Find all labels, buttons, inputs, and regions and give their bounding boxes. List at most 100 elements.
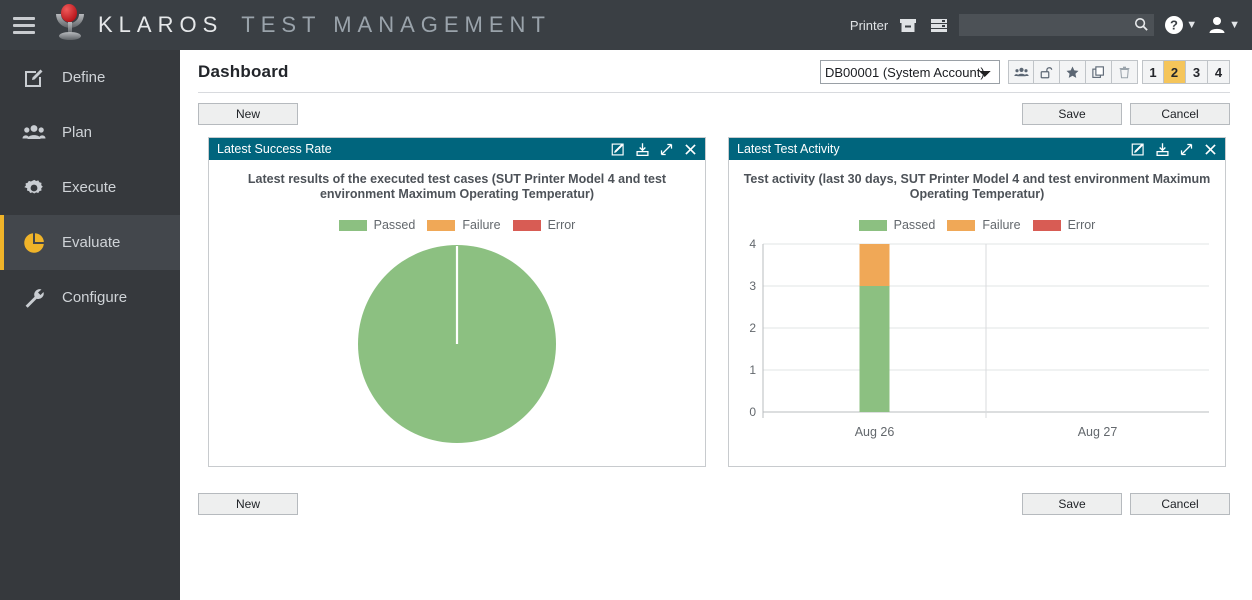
export-icon[interactable] <box>635 142 650 157</box>
cancel-button-bottom[interactable]: Cancel <box>1130 493 1230 515</box>
widget-header-actions <box>1131 142 1218 157</box>
copy-icon <box>1092 65 1104 78</box>
widget-latest-test-activity: Latest Test Activity Test activity (last… <box>728 137 1226 467</box>
help-menu[interactable]: ? ▼ <box>1163 14 1197 36</box>
wrench-icon <box>25 288 44 308</box>
legend-swatch-error <box>512 219 541 231</box>
search-box[interactable] <box>959 14 1155 36</box>
pager-page-3[interactable]: 3 <box>1186 60 1208 84</box>
unlock-icon <box>1040 66 1053 78</box>
help-icon[interactable]: ? <box>1163 14 1185 36</box>
unlock-icon-button[interactable] <box>1034 60 1060 84</box>
pager-page-2[interactable]: 2 <box>1164 60 1186 84</box>
pager-page-4[interactable]: 4 <box>1208 60 1230 84</box>
chart-legend: Passed Failure Error <box>739 218 1215 232</box>
page-header-controls: DB00001 (System Account) 1 2 3 4 <box>820 60 1230 84</box>
save-button-bottom[interactable]: Save <box>1022 493 1122 515</box>
sidebar-item-configure[interactable]: Configure <box>0 270 180 325</box>
widget-body: Latest results of the executed test case… <box>209 160 705 466</box>
x-axis-tick-label: Aug 27 <box>1078 425 1118 439</box>
legend-item-error: Error <box>512 218 576 232</box>
archive-icon[interactable] <box>897 14 919 36</box>
expand-icon[interactable] <box>659 142 674 157</box>
legend-item-failure: Failure <box>947 218 1021 232</box>
menu-bar-3 <box>13 30 35 34</box>
edit-icon[interactable] <box>1131 142 1146 157</box>
save-button-top[interactable]: Save <box>1022 103 1122 125</box>
bar-chart-svg: 0 1 2 3 4 Aug 26 Aug 27 <box>749 237 1209 439</box>
chevron-down-icon: ▼ <box>1186 19 1198 31</box>
search-icon[interactable] <box>1134 17 1149 32</box>
sidebar-item-label: Plan <box>62 124 93 141</box>
close-icon[interactable] <box>1203 142 1218 157</box>
database-icon[interactable] <box>928 14 950 36</box>
page-title: Dashboard <box>198 62 289 81</box>
pager: 1 2 3 4 <box>1142 60 1230 84</box>
trash-icon <box>1119 66 1130 78</box>
brand-secondary: TEST MANAGEMENT <box>241 12 551 37</box>
users-icon-button[interactable] <box>1008 60 1034 84</box>
widget-title: Latest Test Activity <box>737 142 840 156</box>
pie-chart-icon <box>24 232 44 253</box>
edit-square-icon <box>25 69 43 87</box>
legend-item-failure: Failure <box>427 218 501 232</box>
legend-item-error: Error <box>1032 218 1096 232</box>
new-button-top[interactable]: New <box>198 103 298 125</box>
gear-icon <box>24 179 43 194</box>
legend-swatch-failure <box>427 219 456 231</box>
people-icon <box>22 124 46 139</box>
pie-chart-svg <box>358 245 556 443</box>
legend-label: Error <box>547 218 576 232</box>
y-axis-tick-label: 4 <box>749 237 756 251</box>
widget-description: Latest results of the executed test case… <box>247 172 667 201</box>
trash-icon-button[interactable] <box>1112 60 1138 84</box>
klaros-logo-icon[interactable] <box>48 0 92 50</box>
sidebar: Define Plan Execute Evaluate Configure <box>0 50 180 600</box>
sidebar-item-label: Define <box>62 69 106 86</box>
bar-segment-passed <box>859 286 890 412</box>
brand: KLAROS TEST MANAGEMENT <box>98 12 551 38</box>
edit-icon[interactable] <box>611 142 626 157</box>
widget-header: Latest Test Activity <box>729 138 1225 160</box>
new-button-bottom[interactable]: New <box>198 493 298 515</box>
sidebar-item-define[interactable]: Define <box>0 50 180 105</box>
y-axis-tick-label: 1 <box>749 363 756 377</box>
user-icon[interactable] <box>1206 14 1228 36</box>
chevron-down-icon: ▼ <box>1229 19 1240 31</box>
copy-icon-button[interactable] <box>1086 60 1112 84</box>
widget-header: Latest Success Rate <box>209 138 705 160</box>
search-input[interactable] <box>959 18 1155 32</box>
top-button-bar: New Save Cancel <box>180 93 1252 125</box>
legend-swatch-passed <box>338 219 367 231</box>
close-icon[interactable] <box>683 142 698 157</box>
menu-icon[interactable] <box>0 0 48 50</box>
top-bar-right: Printer ? ▼ ▼ <box>850 14 1252 36</box>
y-axis-tick-label: 2 <box>749 321 756 335</box>
bottom-button-bar: New Save Cancel <box>180 467 1252 515</box>
legend-item-passed: Passed <box>338 218 416 232</box>
bar-segment-failure <box>859 244 890 286</box>
sidebar-item-plan[interactable]: Plan <box>0 105 180 160</box>
sidebar-item-evaluate[interactable]: Evaluate <box>0 215 180 270</box>
object-select[interactable]: DB00001 (System Account) <box>820 60 1000 84</box>
export-icon[interactable] <box>1155 142 1170 157</box>
expand-icon[interactable] <box>1179 142 1194 157</box>
widget-latest-success-rate: Latest Success Rate Latest results of th… <box>208 137 706 467</box>
object-action-toolbar <box>1008 60 1138 84</box>
printer-context-label: Printer <box>849 17 889 33</box>
star-icon-button[interactable] <box>1060 60 1086 84</box>
pager-page-1[interactable]: 1 <box>1142 60 1164 84</box>
y-axis-tick-label: 0 <box>749 405 756 419</box>
legend-label: Failure <box>982 218 1021 232</box>
cancel-button-top[interactable]: Cancel <box>1130 103 1230 125</box>
widget-row: Latest Success Rate Latest results of th… <box>180 125 1252 467</box>
chart-legend: Passed Failure Error <box>219 218 695 232</box>
top-button-bar-right: Save Cancel <box>1022 103 1230 125</box>
legend-label: Error <box>1067 218 1096 232</box>
legend-label: Passed <box>373 218 416 232</box>
sidebar-item-label: Execute <box>62 179 117 196</box>
user-menu[interactable]: ▼ <box>1206 14 1240 36</box>
sidebar-item-execute[interactable]: Execute <box>0 160 180 215</box>
y-axis-tick-label: 3 <box>749 279 756 293</box>
sidebar-item-label: Configure <box>62 289 128 306</box>
